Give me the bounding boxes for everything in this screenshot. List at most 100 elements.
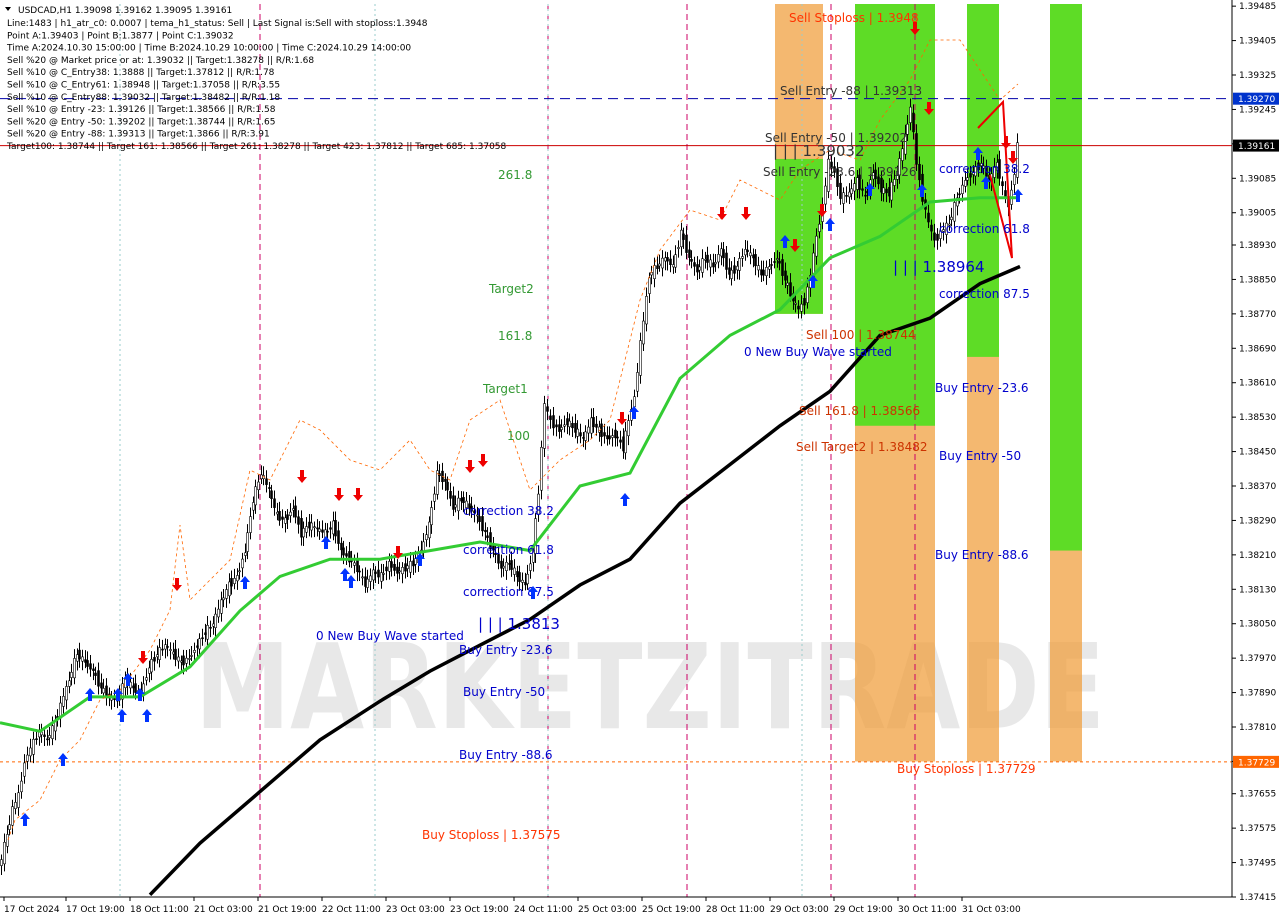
candle-body — [209, 626, 212, 629]
candle-body — [930, 224, 933, 232]
candle-body — [912, 112, 915, 133]
candle-body — [289, 511, 292, 516]
y-tick-label: 1.38050 — [1239, 620, 1276, 630]
y-tick-label: 1.37890 — [1239, 689, 1276, 699]
candle-body — [890, 181, 893, 201]
x-tick-label: 23 Oct 19:00 — [450, 905, 509, 915]
label-buy-stoploss-left: Buy Stoploss | 1.37575 — [422, 828, 561, 842]
candle-body — [353, 562, 356, 566]
candle-body — [885, 188, 888, 194]
y-tick-label: 1.38370 — [1239, 482, 1276, 492]
candle-body — [84, 659, 87, 663]
label-sell-entry-23: Sell Entry -23.6 | 1.39126 — [763, 165, 917, 179]
candle-body — [393, 563, 396, 571]
candle-body — [230, 578, 233, 587]
candle-body — [693, 262, 696, 267]
candle-body — [398, 570, 401, 573]
candle-body — [334, 520, 337, 537]
candle-body — [326, 530, 329, 533]
candle-body — [382, 572, 385, 575]
candle-body — [603, 432, 606, 437]
candle-body — [310, 522, 313, 531]
candle-body — [238, 570, 241, 573]
label-sell-entry-88: Sell Entry -88 | 1.39313 — [780, 84, 922, 98]
label-fib-161: 161.8 — [498, 329, 532, 343]
label-buy-entry-23-l: Buy Entry -23.6 — [459, 643, 553, 657]
candle-body — [305, 526, 308, 533]
label-correction-87-l: correction 87.5 — [463, 585, 554, 599]
label-fib-261: 261.8 — [498, 168, 532, 182]
candle-body — [51, 725, 54, 739]
candle-body — [762, 269, 765, 276]
candle-body — [953, 202, 956, 222]
candle-body — [236, 575, 239, 582]
candle-body — [543, 403, 546, 449]
candle-body — [714, 262, 717, 265]
candle-body — [190, 655, 193, 657]
label-price-marker-low: | | | 1.3813 — [478, 615, 560, 633]
candle-body — [201, 637, 204, 640]
x-tick-label: 17 Oct 2024 — [4, 905, 60, 915]
candle-body — [156, 654, 159, 658]
candle-body — [401, 567, 404, 575]
y-tick-label: 1.39085 — [1239, 174, 1276, 184]
candle-body — [65, 686, 68, 701]
candle-body — [619, 439, 622, 443]
candle-body — [579, 432, 582, 437]
candle-body — [422, 541, 425, 552]
candle-body — [633, 396, 636, 408]
candle-body — [17, 792, 20, 808]
candle-body — [584, 431, 587, 441]
candle-body — [966, 177, 969, 181]
candle-body — [709, 259, 712, 268]
label-correction-61-l: correction 61.8 — [463, 543, 554, 557]
candle-body — [29, 747, 32, 757]
candle-body — [614, 429, 617, 439]
y-tick-label: 1.37575 — [1239, 824, 1276, 834]
candle-body — [225, 589, 228, 599]
candle-body — [733, 265, 736, 274]
candle-body — [669, 258, 672, 266]
candle-body — [738, 258, 741, 271]
y-tick-label: 1.39325 — [1239, 71, 1276, 81]
label-buy-entry-23-r: Buy Entry -23.6 — [935, 381, 1029, 395]
candle-body — [958, 193, 961, 196]
candle-body — [23, 762, 26, 777]
candle-body — [182, 655, 185, 666]
candle-body — [648, 277, 651, 294]
candle-body — [48, 735, 51, 739]
candle-body — [690, 259, 693, 262]
candle-body — [950, 216, 953, 220]
candle-body — [153, 657, 156, 662]
candle-body — [14, 802, 17, 809]
candle-body — [658, 263, 661, 267]
candle-body — [486, 535, 489, 538]
x-tick-label: 21 Oct 19:00 — [258, 905, 317, 915]
candle-body — [233, 578, 236, 584]
info-line: Sell %10 @ C_Entry61: 1.38948 || Target:… — [7, 81, 280, 91]
candle-body — [722, 249, 725, 259]
candle-body — [294, 505, 297, 518]
x-tick-label: 24 Oct 11:00 — [514, 905, 573, 915]
candle-body — [824, 185, 827, 205]
candle-body — [414, 558, 417, 565]
candle-body — [43, 734, 46, 737]
candle-body — [68, 680, 71, 687]
candle-body — [97, 670, 100, 687]
candle-body — [76, 654, 79, 662]
info-line: Sell %10 @ C_Entry88: 1.39032 || Target:… — [7, 93, 280, 103]
candle-body — [765, 267, 768, 277]
candle-body — [20, 780, 23, 793]
candle-body — [540, 447, 543, 491]
candle-body — [688, 249, 691, 258]
candle-body — [587, 426, 590, 434]
candle-body — [337, 530, 340, 544]
candle-body — [933, 232, 936, 241]
y-tick-label: 1.39485 — [1239, 2, 1276, 12]
candle-body — [776, 258, 779, 261]
y-tick-label: 1.38210 — [1239, 551, 1276, 561]
candle-body — [882, 187, 885, 194]
candle-body — [961, 184, 964, 194]
candle-body — [11, 806, 14, 826]
candle-body — [770, 264, 773, 266]
